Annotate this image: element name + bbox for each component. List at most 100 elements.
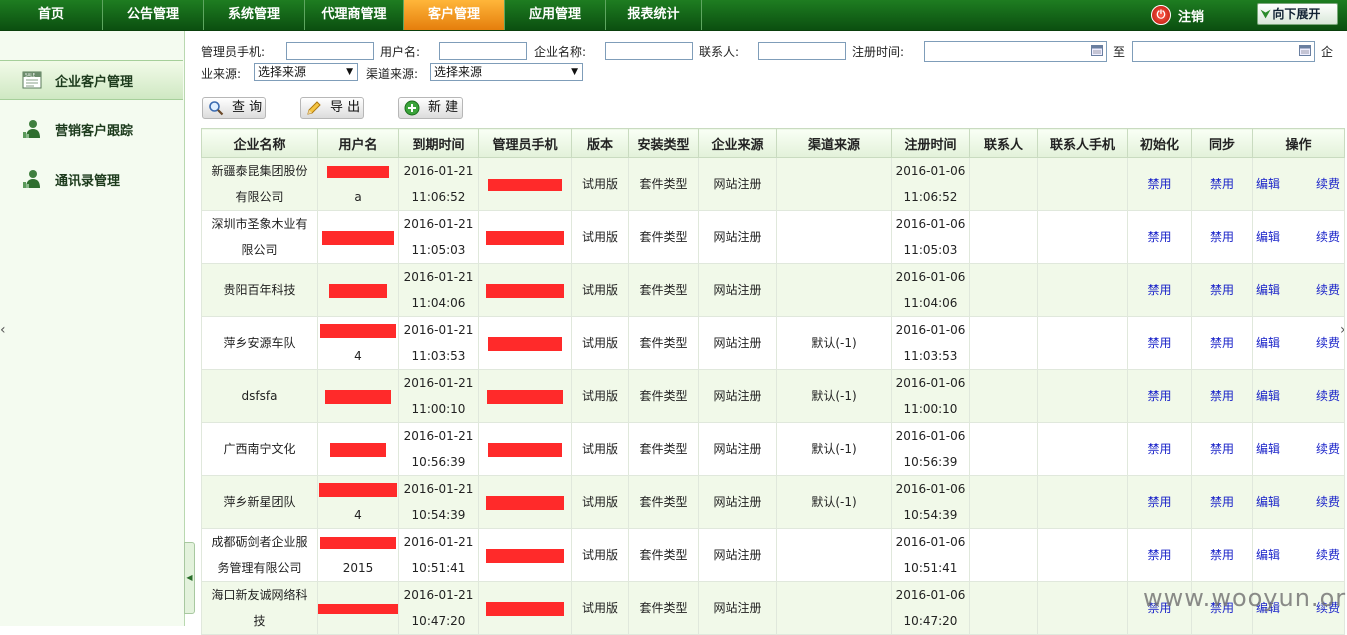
contact-input[interactable] — [758, 42, 846, 60]
renew-link[interactable]: 续费 — [1316, 330, 1340, 356]
company-name-label: 企业名称: — [534, 45, 587, 59]
enterprise-source-select[interactable]: 选择来源 ▼ — [254, 63, 358, 81]
disable-init-link[interactable]: 禁用 — [1147, 495, 1171, 509]
cell-expire: 2016-01-21 11:00:10 — [398, 369, 479, 423]
disable-init-link[interactable]: 禁用 — [1147, 230, 1171, 244]
renew-link[interactable]: 续费 — [1316, 277, 1340, 303]
expire-time: 11:00:10 — [411, 402, 466, 416]
cell-enterprise-source: 网站注册 — [698, 369, 777, 423]
edit-link[interactable]: 编辑 — [1256, 330, 1280, 356]
col-username: 用户名 — [317, 128, 399, 158]
cell-enterprise-source: 网站注册 — [698, 475, 777, 529]
renew-link[interactable]: 续费 — [1316, 171, 1340, 197]
nav-reports[interactable]: 报表统计 — [606, 0, 702, 30]
renew-link[interactable]: 续费 — [1316, 542, 1340, 568]
cell-sync: 禁用 — [1191, 369, 1253, 423]
nav-system[interactable]: 系统管理 — [204, 0, 305, 30]
nav-home[interactable]: 首页 — [0, 0, 103, 30]
enterprise-source-label: 业来源: — [201, 67, 242, 81]
disable-sync-link[interactable]: 禁用 — [1210, 548, 1234, 562]
cell-install-type: 套件类型 — [628, 210, 699, 264]
disable-init-link[interactable]: 禁用 — [1147, 336, 1171, 350]
new-button[interactable]: 新 建 — [398, 97, 463, 119]
disable-init-link[interactable]: 禁用 — [1147, 389, 1171, 403]
channel-source-text: 默认(-1) — [811, 336, 857, 350]
nav-announcements[interactable]: 公告管理 — [103, 0, 204, 30]
magnifier-icon — [208, 100, 224, 116]
renew-link[interactable]: 续费 — [1316, 436, 1340, 462]
logout-button[interactable]: ⏻ 注销 — [1151, 4, 1204, 26]
calendar-icon[interactable] — [1091, 44, 1103, 56]
cell-admin-phone — [478, 422, 572, 476]
cell-company: dsfsfa — [201, 369, 318, 423]
cell-install-type: 套件类型 — [628, 316, 699, 370]
nav-customers[interactable]: 客户管理 — [404, 0, 505, 30]
register-time-end-input[interactable] — [1132, 41, 1315, 62]
edit-link[interactable]: 编辑 — [1256, 436, 1280, 462]
cell-company: 新疆泰昆集团股份 有限公司 — [201, 157, 318, 211]
disable-sync-link[interactable]: 禁用 — [1210, 389, 1234, 403]
disable-sync-link[interactable]: 禁用 — [1210, 442, 1234, 456]
to-label: 至 — [1113, 45, 1126, 59]
cell-register-time: 2016-01-06 11:04:06 — [891, 263, 970, 317]
renew-link[interactable]: 续费 — [1316, 383, 1340, 409]
edit-link[interactable]: 编辑 — [1256, 224, 1280, 250]
disable-sync-link[interactable]: 禁用 — [1210, 283, 1234, 297]
cell-contact-phone — [1037, 210, 1128, 264]
disable-sync-link[interactable]: 禁用 — [1210, 336, 1234, 350]
table-row: 新疆泰昆集团股份 有限公司 a 2016-01-21 11:06:52 试用版 套件类型 网站… — [201, 157, 1345, 211]
edit-link[interactable]: 编辑 — [1256, 383, 1280, 409]
cell-channel-source — [776, 528, 892, 582]
renew-link[interactable]: 续费 — [1316, 224, 1340, 250]
disable-sync-link[interactable]: 禁用 — [1210, 177, 1234, 191]
disable-sync-link[interactable]: 禁用 — [1210, 230, 1234, 244]
disable-init-link[interactable]: 禁用 — [1147, 442, 1171, 456]
edit-link[interactable]: 编辑 — [1256, 542, 1280, 568]
edit-link[interactable]: 编辑 — [1256, 489, 1280, 515]
chevron-left-icon[interactable]: ‹ — [0, 322, 6, 338]
admin-phone-input[interactable] — [286, 42, 374, 60]
cell-contact — [969, 263, 1038, 317]
disable-init-link[interactable]: 禁用 — [1147, 283, 1171, 297]
cell-sync: 禁用 — [1191, 316, 1253, 370]
calendar-icon[interactable] — [1299, 44, 1311, 56]
sidebar-item-marketing-tracking[interactable]: 营销客户跟踪 — [0, 110, 183, 148]
disable-sync-link[interactable]: 禁用 — [1210, 495, 1234, 509]
username-input[interactable] — [439, 42, 527, 60]
expand-down-button[interactable]: ⮟ 向下展开 — [1257, 3, 1338, 25]
disable-init-link[interactable]: 禁用 — [1147, 177, 1171, 191]
export-button[interactable]: 导 出 — [300, 97, 364, 119]
cell-contact — [969, 210, 1038, 264]
expand-label: 向下展开 — [1272, 7, 1321, 21]
version-text: 试用版 — [581, 283, 618, 297]
channel-source-select[interactable]: 选择来源 ▼ — [430, 63, 583, 81]
sidebar-collapse-handle[interactable]: ◀ — [184, 542, 195, 614]
disable-init-link[interactable]: 禁用 — [1147, 548, 1171, 562]
col-channel-source: 渠道来源 — [776, 128, 892, 158]
nav-apps[interactable]: 应用管理 — [505, 0, 606, 30]
cell-company: 萍乡安源车队 — [201, 316, 318, 370]
redacted-block — [320, 536, 396, 549]
renew-link[interactable]: 续费 — [1316, 489, 1340, 515]
cell-install-type: 套件类型 — [628, 157, 699, 211]
sidebar-item-contacts[interactable]: 通讯录管理 — [0, 160, 183, 198]
cell-contact-phone — [1037, 475, 1128, 529]
cell-contact — [969, 528, 1038, 582]
register-date: 2016-01-06 — [895, 482, 966, 496]
version-text: 试用版 — [581, 601, 618, 615]
sidebar-item-enterprise-customers[interactable]: SALE 企业客户管理 — [0, 60, 183, 100]
sidebar-item-label: 企业客户管理 — [55, 74, 134, 90]
cell-expire: 2016-01-21 10:56:39 — [398, 422, 479, 476]
nav-agents[interactable]: 代理商管理 — [305, 0, 404, 30]
register-time-start-input[interactable] — [924, 41, 1107, 62]
query-button[interactable]: 查 询 — [202, 97, 266, 119]
version-text: 试用版 — [581, 336, 618, 350]
install-type-text: 套件类型 — [639, 548, 688, 562]
cell-actions: 编辑 续费 — [1252, 475, 1345, 529]
edit-link[interactable]: 编辑 — [1256, 171, 1280, 197]
customer-table: 企业名称 用户名 到期时间 管理员手机 版本 安装类型 企业来源 渠道来源 注册… — [201, 128, 1345, 635]
table-row: 广西南宁文化 2016-01-21 10:56:39 试用版 套件类型 网站注册 默认(-1… — [201, 422, 1345, 476]
company-name-input[interactable] — [605, 42, 693, 60]
edit-link[interactable]: 编辑 — [1256, 277, 1280, 303]
channel-source-text: 默认(-1) — [811, 495, 857, 509]
